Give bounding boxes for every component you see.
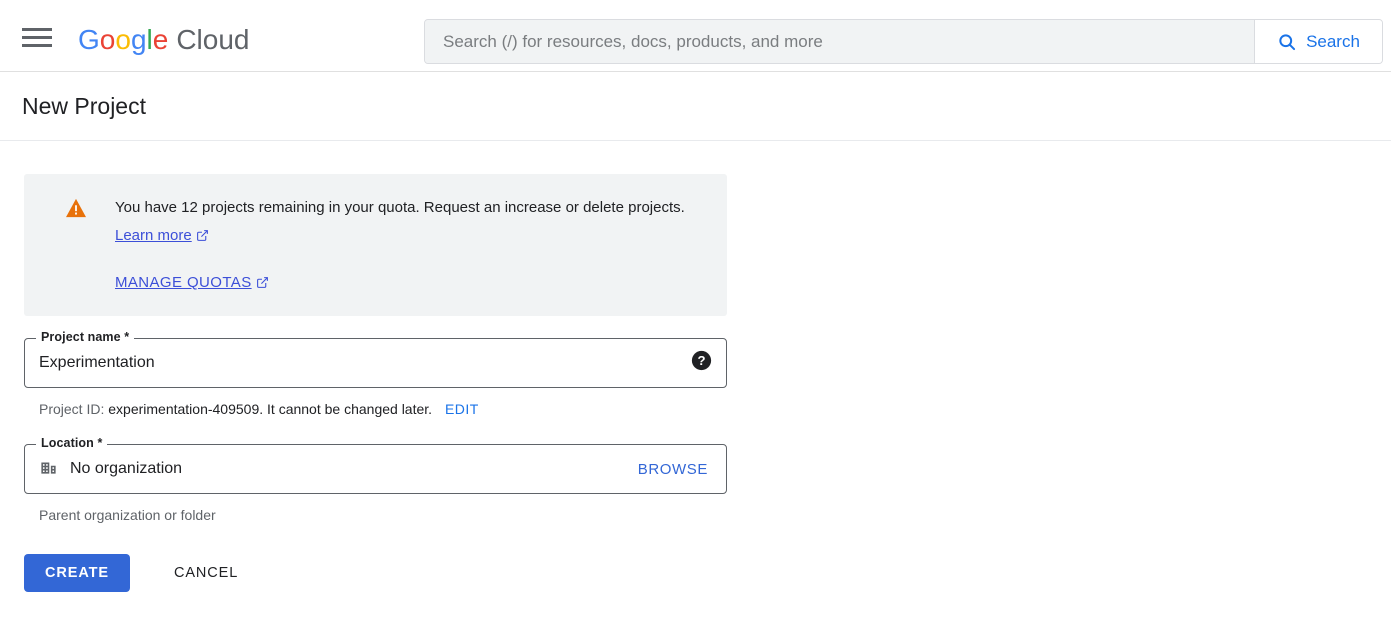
search-icon bbox=[1277, 32, 1297, 52]
manage-quotas-label: MANAGE QUOTAS bbox=[115, 274, 252, 291]
location-field[interactable]: Location * No organization BROWSE bbox=[24, 444, 727, 494]
create-button[interactable]: CREATE bbox=[24, 554, 130, 592]
hamburger-line bbox=[22, 44, 52, 47]
search-button-label: Search bbox=[1306, 32, 1360, 52]
project-id-prefix: Project ID: bbox=[39, 401, 104, 417]
product-name: Cloud bbox=[176, 24, 249, 56]
search-input[interactable] bbox=[425, 20, 1254, 63]
logo-letter-e: e bbox=[153, 24, 169, 55]
page-title: New Project bbox=[22, 93, 146, 120]
hamburger-menu-icon[interactable] bbox=[22, 28, 52, 46]
location-group: Location * No organization BROWSE Parent… bbox=[24, 444, 1391, 523]
google-wordmark: Google bbox=[78, 24, 168, 56]
main-content: You have 12 projects remaining in your q… bbox=[0, 141, 1391, 592]
learn-more-label: Learn more bbox=[115, 227, 192, 244]
global-search[interactable]: Search bbox=[424, 19, 1383, 64]
location-label: Location * bbox=[36, 436, 107, 450]
project-name-field[interactable]: Project name * ? bbox=[24, 338, 727, 388]
logo-letter-g2: g bbox=[131, 24, 147, 55]
learn-more-link[interactable]: Learn more bbox=[115, 227, 192, 244]
hamburger-line bbox=[22, 36, 52, 39]
hamburger-line bbox=[22, 28, 52, 31]
edit-project-id-link[interactable]: EDIT bbox=[445, 401, 479, 417]
logo-letter-o2: o bbox=[115, 24, 131, 55]
form-actions: CREATE CANCEL bbox=[24, 554, 1391, 592]
help-circle-icon[interactable]: ? bbox=[691, 350, 712, 376]
project-id-value: experimentation-409509. bbox=[108, 401, 263, 417]
quota-warning-message: You have 12 projects remaining in your q… bbox=[115, 199, 685, 216]
svg-text:?: ? bbox=[697, 353, 705, 368]
google-cloud-logo[interactable]: Google Cloud bbox=[78, 24, 250, 56]
quota-warning-text: You have 12 projects remaining in your q… bbox=[115, 194, 685, 252]
project-id-note: It cannot be changed later. bbox=[267, 401, 432, 417]
quota-warning-body: You have 12 projects remaining in your q… bbox=[115, 194, 685, 294]
location-value: No organization bbox=[70, 460, 638, 478]
external-link-icon bbox=[196, 224, 209, 252]
warning-triangle-icon bbox=[65, 198, 89, 223]
manage-quotas-link[interactable]: MANAGE QUOTAS bbox=[115, 274, 252, 291]
organization-building-icon bbox=[39, 457, 58, 481]
project-name-input[interactable] bbox=[39, 354, 691, 372]
project-name-label: Project name * bbox=[36, 330, 134, 344]
page-title-bar: New Project bbox=[0, 72, 1391, 141]
manage-quotas-row: MANAGE QUOTAS bbox=[115, 252, 685, 294]
location-helper: Parent organization or folder bbox=[39, 507, 1391, 523]
logo-letter-g: G bbox=[78, 24, 100, 55]
logo-letter-o1: o bbox=[100, 24, 116, 55]
project-id-helper: Project ID: experimentation-409509. It c… bbox=[39, 401, 1391, 417]
top-header-bar: Google Cloud Search bbox=[0, 0, 1391, 72]
browse-location-button[interactable]: BROWSE bbox=[638, 461, 712, 478]
search-button[interactable]: Search bbox=[1254, 20, 1382, 63]
quota-warning-banner: You have 12 projects remaining in your q… bbox=[24, 174, 727, 316]
project-name-group: Project name * ? Project ID: experimenta… bbox=[24, 338, 1391, 417]
cancel-button[interactable]: CANCEL bbox=[162, 554, 250, 592]
external-link-icon bbox=[256, 276, 269, 294]
